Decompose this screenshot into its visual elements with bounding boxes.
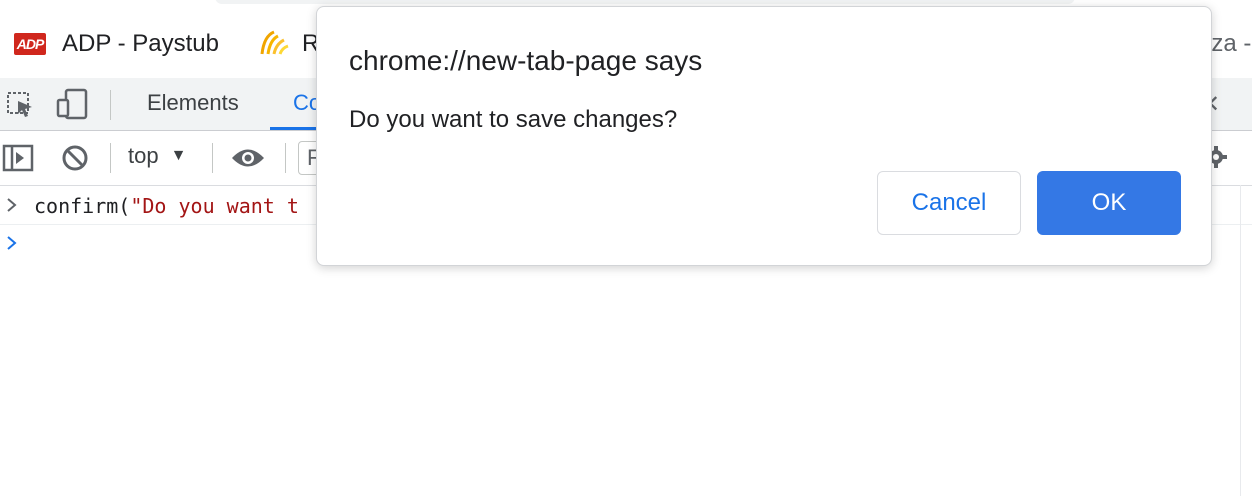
console-input-code: confirm("Do you want t [34,194,299,218]
ok-button[interactable]: OK [1037,171,1181,235]
inspect-element-icon[interactable] [6,91,36,124]
tab-elements[interactable]: Elements [147,90,239,116]
dialog-message: Do you want to save changes? [349,106,678,133]
adp-logo-icon: ADP [14,33,46,55]
dropdown-arrow-icon: ▼ [170,147,187,164]
toolbar-divider [285,143,286,173]
dialog-title: chrome://new-tab-page says [349,45,703,76]
active-tab-indicator [270,127,316,130]
address-bar-edge [215,0,1075,4]
scrollbar-track[interactable] [1240,185,1241,496]
bookmark-adp-paystub[interactable]: ADP ADP - Paystub [14,26,219,62]
code-function: confirm( [34,194,131,218]
code-string: "Do you want t [130,194,299,218]
live-expression-eye-icon[interactable] [230,145,266,176]
context-label: top [128,143,159,168]
toolbar-divider [212,143,213,173]
bookmark-second[interactable]: R [256,26,319,62]
clear-console-icon[interactable] [61,144,89,177]
chevron-right-icon [5,196,19,219]
context-selector[interactable]: top ▼ [128,143,186,169]
toolbar-divider [110,143,111,173]
prompt-chevron-icon [5,234,19,257]
device-toolbar-icon[interactable] [56,88,90,125]
cancel-button[interactable]: Cancel [877,171,1021,235]
toolbar-divider [110,90,111,120]
confirm-dialog: chrome://new-tab-page says Do you want t… [316,6,1212,266]
sun-logo-icon [256,26,292,63]
sidebar-toggle-icon[interactable] [2,144,34,177]
bookmark-label: ADP - Paystub [62,30,219,57]
